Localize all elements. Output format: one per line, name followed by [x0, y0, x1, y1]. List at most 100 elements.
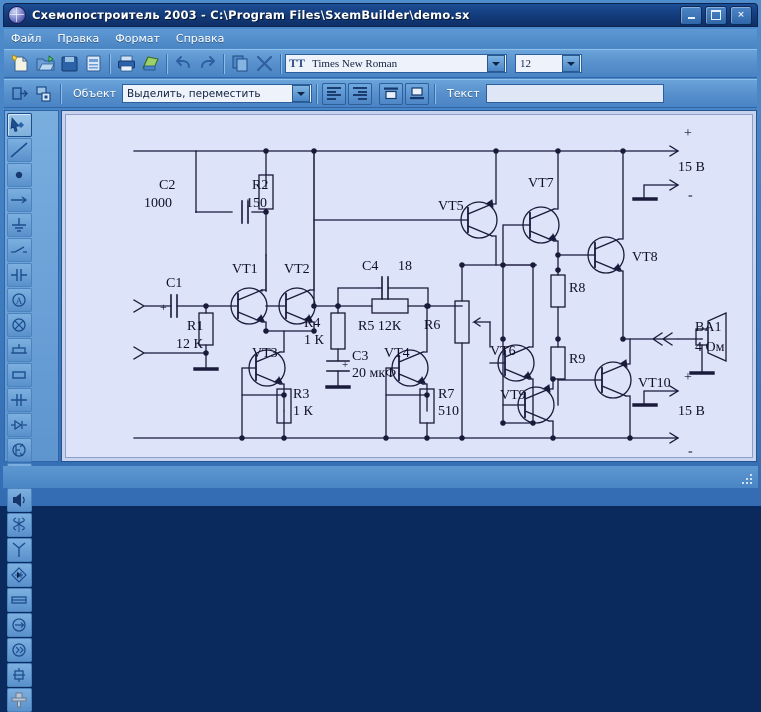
- ammeter-tool[interactable]: A: [6, 287, 32, 312]
- fuse-tool[interactable]: [6, 337, 32, 362]
- application-window: Схемопостроитель 2003 - C:\Program Files…: [0, 0, 761, 712]
- menu-item-edit[interactable]: Правка: [50, 30, 106, 47]
- label-r4: R4: [304, 316, 320, 331]
- close-button[interactable]: ×: [730, 5, 752, 25]
- print-button[interactable]: [115, 53, 137, 75]
- chevron-down-icon[interactable]: [487, 55, 505, 72]
- capacitor2-tool[interactable]: [6, 387, 32, 412]
- align-left-button[interactable]: [322, 82, 347, 105]
- label-c1: C1: [166, 276, 182, 291]
- battery-tool[interactable]: [6, 587, 32, 612]
- label-vt3: VT3: [252, 346, 278, 361]
- label-c2: C2: [159, 178, 175, 193]
- save-button[interactable]: [58, 53, 80, 75]
- bridge-rectifier-tool[interactable]: [6, 562, 32, 587]
- label-r7-value: 510: [438, 404, 459, 419]
- chevron-down-icon[interactable]: [562, 55, 580, 72]
- object-mode-value: Выделить, переместить: [127, 87, 261, 100]
- diode-tool[interactable]: [6, 412, 32, 437]
- chevron-down-icon[interactable]: [292, 85, 311, 102]
- transistor-tool[interactable]: [6, 437, 32, 462]
- properties-button[interactable]: [33, 83, 55, 105]
- label-vt6: VT6: [490, 344, 516, 359]
- object-label: Объект: [73, 87, 117, 100]
- resistor-tool[interactable]: [6, 362, 32, 387]
- label-ba1-value: 4 Ом: [695, 340, 725, 355]
- schematic-canvas-frame: C2 1000 R2 150 C1 + R1 12 К VT1 VT2 VT3 …: [61, 110, 757, 462]
- object-mode-combo[interactable]: Выделить, переместить: [122, 84, 313, 103]
- label-vt9: VT9: [500, 388, 526, 403]
- label-supply-top-voltage: 15 В: [678, 160, 705, 175]
- schematic-canvas[interactable]: C2 1000 R2 150 C1 + R1 12 К VT1 VT2 VT3 …: [65, 114, 753, 458]
- status-bar: [3, 466, 758, 488]
- switch-tool[interactable]: [6, 237, 32, 262]
- motor-tool[interactable]: [6, 687, 32, 712]
- label-vt7: VT7: [528, 176, 554, 191]
- label-vt2: VT2: [284, 262, 310, 277]
- node-dot-tool[interactable]: [6, 162, 32, 187]
- redo-button[interactable]: [196, 53, 218, 75]
- undo-button[interactable]: [172, 53, 194, 75]
- object-toolbar: Объект Выделить, переместить Текст: [4, 79, 757, 108]
- font-family-value: Times New Roman: [312, 57, 398, 70]
- label-c4-value: 18: [398, 259, 412, 274]
- label-supply-bottom-plus: +: [684, 370, 692, 385]
- print-preview-button[interactable]: [139, 53, 161, 75]
- label-vt10: VT10: [638, 376, 671, 391]
- menu-item-format[interactable]: Формат: [108, 30, 167, 47]
- line-tool[interactable]: [6, 137, 32, 162]
- label-r1-value: 12 К: [176, 337, 204, 352]
- globe-icon: [8, 6, 26, 24]
- select-move-tool[interactable]: [6, 112, 32, 137]
- align-top-button[interactable]: [379, 82, 404, 105]
- speaker-tool[interactable]: [6, 487, 32, 512]
- current-source-tool[interactable]: [6, 612, 32, 637]
- menu-item-help[interactable]: Справка: [169, 30, 231, 47]
- align-right-button[interactable]: [348, 82, 373, 105]
- copy-button[interactable]: [229, 53, 251, 75]
- new-document-button[interactable]: [10, 53, 32, 75]
- component-palette: A: [4, 110, 59, 712]
- label-r2-value: 150: [246, 196, 267, 211]
- label-c2-value: 1000: [144, 196, 172, 211]
- label-r5: R5 12К: [358, 319, 402, 334]
- resize-grip[interactable]: [740, 472, 754, 486]
- delete-button[interactable]: [253, 53, 275, 75]
- export-button[interactable]: [9, 83, 31, 105]
- label-vt8: VT8: [632, 250, 658, 265]
- label-supply-bottom-voltage: 15 В: [678, 404, 705, 419]
- minimize-button[interactable]: [680, 5, 702, 25]
- label-r8: R8: [569, 281, 585, 296]
- align-bottom-button[interactable]: [405, 82, 430, 105]
- label-r9: R9: [569, 352, 585, 367]
- arrow-tool[interactable]: [6, 187, 32, 212]
- capacitor-tool[interactable]: [6, 262, 32, 287]
- window-title: Схемопостроитель 2003 - C:\Program Files…: [32, 8, 470, 22]
- lamp-tool[interactable]: [6, 312, 32, 337]
- maximize-button[interactable]: [705, 5, 727, 25]
- amplifier-tool[interactable]: [6, 637, 32, 662]
- antenna-tool[interactable]: [6, 537, 32, 562]
- variable-capacitor-tool[interactable]: [6, 662, 32, 687]
- label-ba1: BA1: [695, 320, 721, 335]
- label-r4-value: 1 К: [304, 333, 325, 348]
- main-toolbar: TT Times New Roman 12: [4, 49, 757, 78]
- label-supply-top-plus: +: [684, 126, 692, 141]
- label-r6: R6: [424, 318, 440, 333]
- page-setup-button[interactable]: [82, 53, 104, 75]
- label-vt4: VT4: [384, 346, 410, 361]
- font-size-value: 12: [520, 57, 531, 70]
- label-r1: R1: [187, 319, 203, 334]
- font-size-combo[interactable]: 12: [515, 54, 582, 73]
- label-c1-polarity: +: [160, 300, 167, 314]
- menu-item-file[interactable]: Файл: [4, 30, 48, 47]
- transformer-tool[interactable]: [6, 512, 32, 537]
- text-input[interactable]: [485, 84, 664, 103]
- open-folder-button[interactable]: [34, 53, 56, 75]
- label-supply-top-minus: -: [688, 188, 693, 203]
- font-family-combo[interactable]: TT Times New Roman: [285, 54, 507, 73]
- label-c4: C4: [362, 259, 378, 274]
- svg-text:A: A: [16, 296, 23, 306]
- ground-tool[interactable]: [6, 212, 32, 237]
- label-vt1: VT1: [232, 262, 258, 277]
